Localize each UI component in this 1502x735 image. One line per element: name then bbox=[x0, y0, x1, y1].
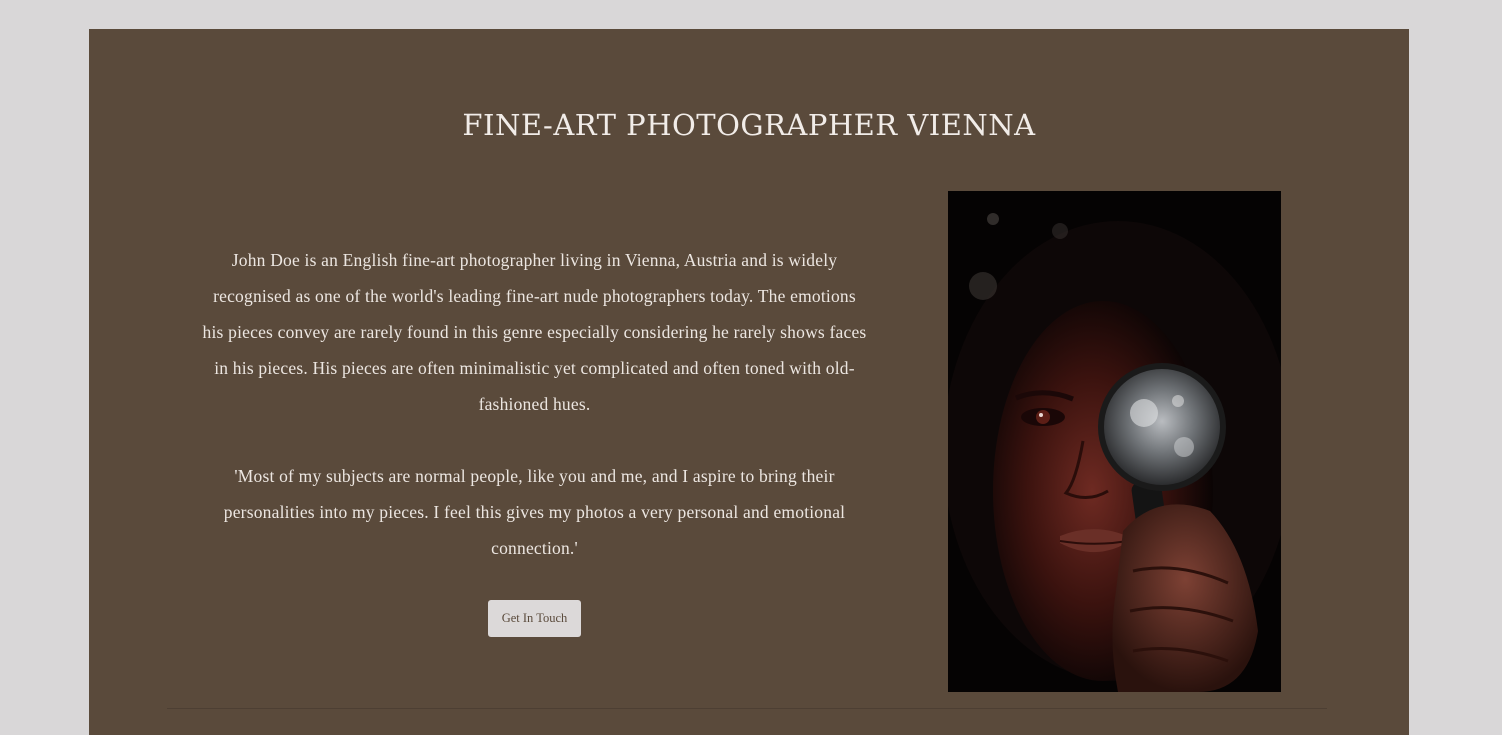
page-title: FINE-ART PHOTOGRAPHER VIENNA bbox=[462, 108, 1036, 142]
about-section: FINE-ART PHOTOGRAPHER VIENNA John Doe is… bbox=[89, 29, 1409, 735]
get-in-touch-button[interactable]: Get In Touch bbox=[488, 600, 581, 637]
quote-paragraph: 'Most of my subjects are normal people, … bbox=[223, 466, 846, 558]
section-divider bbox=[167, 708, 1327, 709]
portrait-photo bbox=[948, 191, 1281, 692]
bio-text: John Doe is an English fine-art photogra… bbox=[201, 242, 868, 566]
bio-paragraph: John Doe is an English fine-art photogra… bbox=[202, 250, 867, 414]
